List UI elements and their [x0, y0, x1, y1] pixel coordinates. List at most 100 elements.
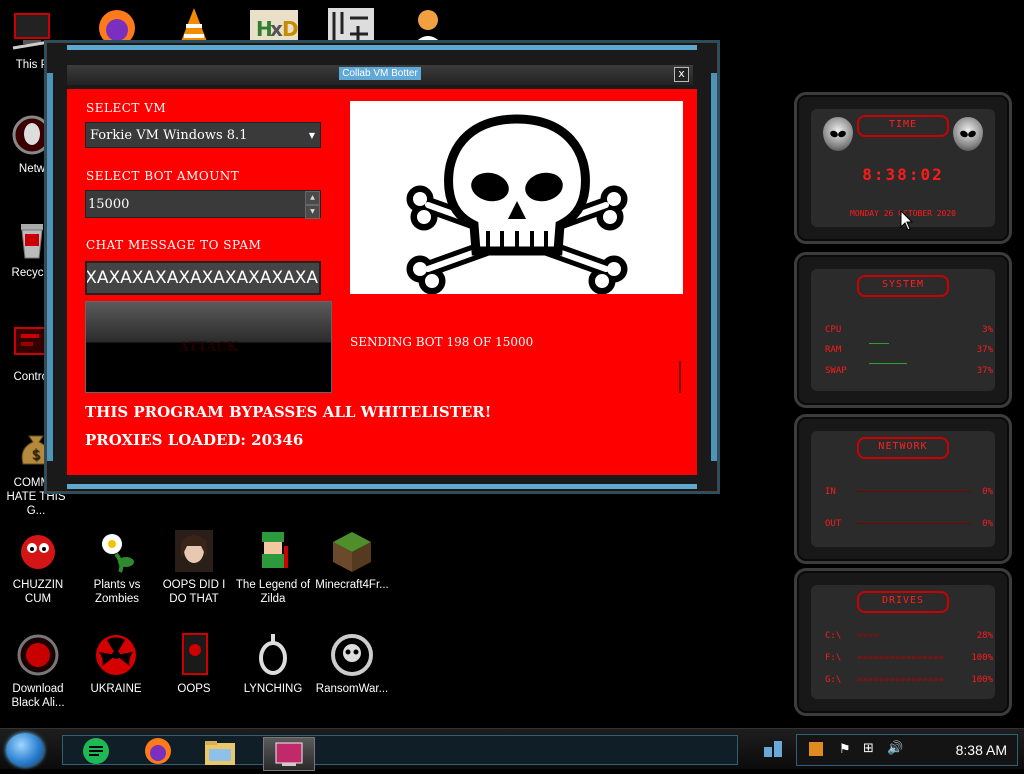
- maze-desktop-icon[interactable]: [328, 8, 374, 46]
- window-titlebar[interactable]: Collab VM Botter x: [67, 65, 693, 85]
- desktop-icon-oops[interactable]: OOPS: [156, 632, 232, 696]
- time-gadget-title: TIME: [857, 115, 949, 137]
- bypass-text: THIS PROGRAM BYPASSES ALL WHITELISTER!: [85, 403, 492, 421]
- network-gadget[interactable]: NETWORK IN 0% OUT 0%: [794, 414, 1012, 564]
- firefox-desktop-icon[interactable]: [94, 6, 140, 46]
- network-out-value: 0%: [982, 519, 993, 529]
- vm-select-dropdown[interactable]: Forkie VM Windows 8.1 ▼: [85, 122, 321, 148]
- taskbar-collab-vm-botter[interactable]: [263, 737, 315, 771]
- skull-ring-icon: [329, 632, 375, 678]
- network-in-graph: [857, 491, 971, 492]
- skull-and-crossbones-icon: [406, 114, 628, 295]
- system-gadget-title: SYSTEM: [857, 275, 949, 297]
- desktop-icon-minecraft[interactable]: Minecraft4Fr...: [314, 528, 390, 592]
- network-out-label: OUT: [825, 519, 842, 529]
- drive-f-label: F:\: [825, 653, 842, 663]
- desktop-icon-label: LYNCHING: [243, 683, 303, 695]
- stepper-down-button[interactable]: ▼: [305, 205, 320, 219]
- taskbar: ⚑ ⊞ 🔊 8:38 AM: [0, 728, 1024, 771]
- user-desktop-icon[interactable]: [408, 6, 448, 46]
- cpu-value: 3%: [982, 325, 993, 335]
- desktop-icon-oops-did-i[interactable]: OOPS DID I DO THAT: [156, 528, 232, 606]
- desktop-icon-label: The Legend of Zilda: [235, 579, 311, 605]
- close-button[interactable]: x: [674, 67, 689, 82]
- tray-app-icon[interactable]: [809, 742, 823, 756]
- volume-icon[interactable]: 🔊: [887, 741, 903, 756]
- select-bot-amount-label: SELECT BOT AMOUNT: [86, 169, 240, 183]
- chat-message-value: XAXAXAXAXAXAXAXAXAXA: [85, 268, 318, 288]
- svg-text:$: $: [32, 447, 41, 463]
- desktop-icon-lynching[interactable]: LYNCHING: [235, 632, 311, 696]
- vm-select-value: Forkie VM Windows 8.1: [90, 128, 248, 143]
- chat-message-label: CHAT MESSAGE TO SPAM: [86, 238, 262, 252]
- network-in-label: IN: [825, 487, 836, 497]
- desktop-icon-label: OOPS: [177, 683, 211, 695]
- start-button[interactable]: [6, 733, 44, 767]
- pixel-hero-icon: [250, 528, 296, 574]
- attack-button[interactable]: ATTACK: [85, 301, 332, 393]
- bot-amount-value: 15000: [88, 197, 130, 212]
- rope-icon: [250, 632, 296, 678]
- taskbar-file-explorer[interactable]: [201, 737, 239, 769]
- swap-label: SWAP: [825, 366, 847, 376]
- attack-button-label: ATTACK: [178, 340, 239, 355]
- dark-app-icon: [171, 632, 217, 678]
- desktop-icon-label: Download Black Ali...: [11, 683, 65, 709]
- drive-g-value: 100%: [971, 675, 993, 685]
- window-frame-top: [67, 45, 697, 50]
- system-tray: ⚑ ⊞ 🔊 8:38 AM: [796, 734, 1018, 766]
- desktop-icon-label: CHUZZIN CUM: [12, 579, 64, 605]
- window-frame-left: [47, 73, 53, 461]
- desktop-icon-label: RansomWar...: [315, 683, 389, 695]
- drives-gadget[interactable]: DRIVES C:\ »»»» 28% F:\ »»»»»»»»»»»»»»»»…: [794, 568, 1012, 716]
- stepper-up-button[interactable]: ▲: [305, 191, 320, 205]
- drive-g-label: G:\: [825, 675, 842, 685]
- hxd-desktop-icon[interactable]: HxD: [250, 10, 299, 44]
- proxies-loaded-text: PROXIES LOADED: 20346: [85, 431, 304, 449]
- system-gadget[interactable]: SYSTEM CPU 3% RAM 37% SWAP 37%: [794, 252, 1012, 408]
- flag-icon[interactable]: ⚑: [839, 742, 851, 757]
- taskbar-clock[interactable]: 8:38 AM: [956, 742, 1007, 758]
- chuzzle-icon: [15, 528, 61, 574]
- ram-bar: [869, 343, 889, 344]
- show-desktop-icon[interactable]: [764, 741, 782, 757]
- taskbar-notes-app[interactable]: [77, 737, 115, 769]
- network-icon[interactable]: ⊞: [863, 741, 874, 756]
- chat-message-input[interactable]: XAXAXAXAXAXAXAXAXAXA: [85, 261, 321, 295]
- network-out-graph: [857, 523, 971, 524]
- desktop-icon-legend-of-zilda[interactable]: The Legend of Zilda: [235, 528, 311, 606]
- grass-block-icon: [329, 528, 375, 574]
- drive-c-value: 28%: [976, 631, 993, 641]
- scrollbar[interactable]: [679, 361, 681, 393]
- portrait-icon: [171, 528, 217, 574]
- desktop-icon-ransomware[interactable]: RansomWar...: [314, 632, 390, 696]
- drives-gadget-title: DRIVES: [857, 591, 949, 613]
- swap-bar: [869, 363, 907, 364]
- swap-value: 37%: [976, 366, 993, 376]
- cpu-label: CPU: [825, 325, 842, 335]
- desktop-icon-label: Plants vs Zombies: [93, 579, 141, 605]
- svg-text:D: D: [282, 17, 298, 41]
- chevron-down-icon: ▼: [308, 131, 315, 140]
- taskbar-firefox[interactable]: [139, 737, 177, 769]
- desktop-icon-plants-vs-zombies[interactable]: Plants vs Zombies: [79, 528, 155, 606]
- vlc-desktop-icon[interactable]: [174, 6, 214, 46]
- window-title: Collab VM Botter: [339, 67, 421, 80]
- drive-c-label: C:\: [825, 631, 842, 641]
- desktop-icon-ukraine[interactable]: UKRAINE: [78, 632, 154, 696]
- drive-g-bar: »»»»»»»»»»»»»»»»: [857, 675, 944, 685]
- time-gadget-clock: 8:38:02: [862, 165, 944, 184]
- network-in-value: 0%: [982, 487, 993, 497]
- ram-value: 37%: [976, 345, 993, 355]
- flower-icon: [94, 528, 140, 574]
- desktop-icon-download-black-alien[interactable]: Download Black Ali...: [0, 632, 76, 710]
- skull-image-panel: [350, 101, 683, 295]
- desktop-icon-label: Minecraft4Fr...: [315, 579, 389, 591]
- window-frame-bottom: [67, 484, 697, 489]
- firefox-icon: [145, 738, 171, 764]
- ram-label: RAM: [825, 345, 842, 355]
- status-text: SENDING BOT 198 OF 15000: [350, 335, 534, 349]
- folder-icon: [205, 741, 235, 765]
- bot-amount-stepper[interactable]: 15000 ▲ ▼: [85, 190, 321, 219]
- desktop-icon-chuzzin[interactable]: CHUZZIN CUM: [0, 528, 76, 606]
